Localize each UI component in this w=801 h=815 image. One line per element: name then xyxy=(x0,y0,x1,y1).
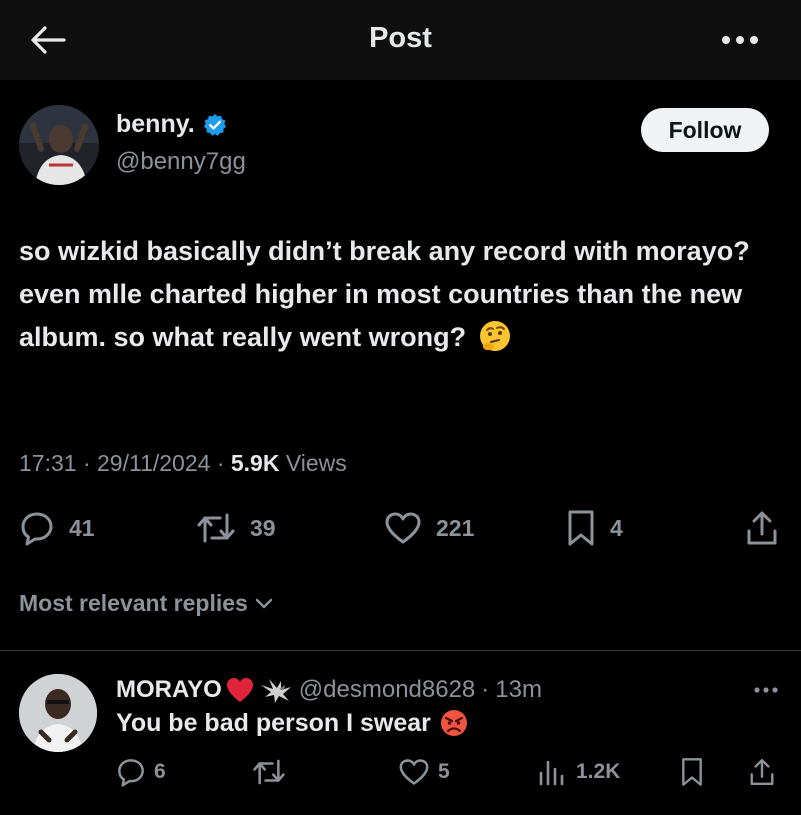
reply-like-count: 5 xyxy=(438,760,450,783)
tweet-text: so wizkid basically didn’t break any rec… xyxy=(19,230,784,359)
bookmark-icon xyxy=(568,510,594,546)
repost-icon xyxy=(197,513,235,543)
tweet-date[interactable]: 29/11/2024 xyxy=(97,450,210,476)
tweet-body: so wizkid basically didn’t break any rec… xyxy=(19,236,750,352)
top-bar: Post xyxy=(0,0,801,80)
reply-reply-count: 6 xyxy=(154,760,166,783)
reply-share-button[interactable] xyxy=(748,754,776,790)
reply-author-handle[interactable]: @desmond8628 xyxy=(299,676,475,704)
like-button[interactable]: 221 xyxy=(384,505,474,551)
heart-icon xyxy=(399,759,429,785)
avatar-image xyxy=(19,674,97,752)
page-title: Post xyxy=(369,22,432,54)
reply-more-button[interactable] xyxy=(748,678,784,702)
author-name-row[interactable]: benny. xyxy=(116,110,227,139)
reply-reply-button[interactable]: 6 xyxy=(116,754,166,790)
replies-sort-label: Most relevant replies xyxy=(19,590,248,616)
repost-count: 39 xyxy=(250,514,276,541)
author-handle[interactable]: @benny7gg xyxy=(116,148,246,176)
views-label: Views xyxy=(285,450,347,476)
reply-body: You be bad person I swear xyxy=(116,708,431,737)
reply-icon xyxy=(21,512,53,546)
share-icon xyxy=(747,511,777,545)
tweet-actions: 41 39 221 4 xyxy=(0,505,801,551)
meta-separator: · xyxy=(216,450,225,476)
reply-separator: · xyxy=(481,676,490,703)
author-name[interactable]: benny. xyxy=(116,110,195,139)
tweet-time[interactable]: 17:31 xyxy=(19,450,77,476)
bookmark-button[interactable]: 4 xyxy=(566,505,623,551)
reply-author-name[interactable]: MORAYO xyxy=(116,676,222,704)
reply-views-button[interactable]: 1.2K xyxy=(538,754,620,790)
replies-sort-dropdown[interactable]: Most relevant replies xyxy=(19,590,274,617)
reply-time[interactable]: 13m xyxy=(495,676,542,704)
reply-like-button[interactable]: 5 xyxy=(398,754,450,790)
reply-bookmark-button[interactable] xyxy=(680,754,704,790)
bookmark-count: 4 xyxy=(610,514,623,541)
heart-icon xyxy=(385,512,421,544)
analytics-icon xyxy=(539,760,564,786)
like-count: 221 xyxy=(436,514,475,541)
reply-views-count: 1.2K xyxy=(576,760,621,783)
repost-button[interactable]: 39 xyxy=(196,505,276,551)
author-avatar[interactable] xyxy=(19,105,99,185)
eagle-icon xyxy=(260,679,291,703)
reply-header: MORAYO @desmond8628 · 13m xyxy=(116,675,542,705)
more-options-button[interactable] xyxy=(718,26,762,54)
tweet-meta: 17:31 · 29/11/2024 · 5.9K Views xyxy=(19,450,347,477)
more-horizontal-icon xyxy=(722,36,758,44)
reply-button[interactable]: 41 xyxy=(19,505,95,551)
share-button[interactable] xyxy=(745,505,779,551)
more-horizontal-icon xyxy=(754,687,778,693)
reply-text: You be bad person I swear xyxy=(116,708,469,738)
reply-count: 41 xyxy=(69,514,95,541)
repost-icon xyxy=(253,759,285,785)
reply-avatar[interactable] xyxy=(19,674,97,752)
share-icon xyxy=(750,758,774,786)
angry-face-emoji xyxy=(440,710,467,736)
meta-separator: · xyxy=(82,450,91,476)
chevron-down-icon xyxy=(255,598,273,608)
red-heart-icon xyxy=(226,678,253,702)
reply-icon xyxy=(118,759,144,787)
bookmark-icon xyxy=(682,758,702,786)
avatar-image xyxy=(19,105,99,185)
divider xyxy=(0,650,801,651)
follow-button[interactable]: Follow xyxy=(641,108,769,152)
views-count: 5.9K xyxy=(230,450,280,476)
thinking-face-emoji xyxy=(479,321,510,351)
reply-actions: 6 5 1.2K xyxy=(0,754,801,790)
reply-repost-button[interactable] xyxy=(252,754,286,790)
verified-badge-icon xyxy=(203,113,226,136)
